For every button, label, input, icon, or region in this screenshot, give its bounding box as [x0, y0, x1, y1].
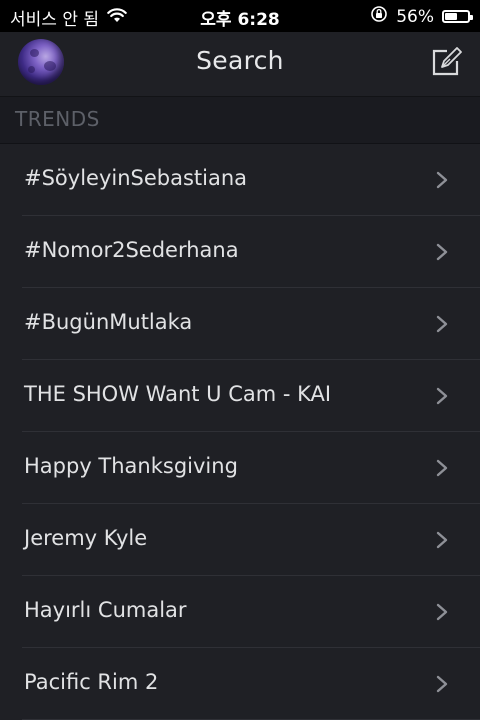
battery-fill: [445, 13, 457, 20]
trend-label: THE SHOW Want U Cam - KAI: [24, 382, 332, 406]
trend-row[interactable]: Hayırlı Cumalar: [0, 576, 480, 648]
chevron-right-icon: [436, 459, 448, 477]
trend-row[interactable]: THE SHOW Want U Cam - KAI: [0, 360, 480, 432]
status-bar: 서비스 안 됨 오후 6:28 56%: [0, 0, 480, 32]
trend-row[interactable]: #SöyleyinSebastiana: [0, 144, 480, 216]
trend-label: #SöyleyinSebastiana: [24, 166, 248, 190]
chevron-right-icon: [436, 315, 448, 333]
battery-nub: [470, 15, 473, 20]
status-right: 56%: [370, 5, 473, 28]
chevron-right-icon: [436, 243, 448, 261]
trend-label: #Nomor2Sederhana: [24, 238, 239, 262]
compose-icon[interactable]: [430, 46, 462, 78]
chevron-right-icon: [436, 603, 448, 621]
battery-percent: 56%: [396, 6, 434, 27]
nav-bar: Search: [0, 32, 480, 97]
trend-label: Pacific Rim 2: [24, 670, 159, 694]
orientation-lock-icon: [370, 5, 388, 28]
trend-label: #BugünMutlaka: [24, 310, 193, 334]
chevron-right-icon: [436, 531, 448, 549]
trend-label: Hayırlı Cumalar: [24, 598, 187, 622]
chevron-right-icon: [436, 387, 448, 405]
page-title: Search: [196, 46, 284, 75]
trend-row[interactable]: Jeremy Kyle: [0, 504, 480, 576]
chevron-right-icon: [436, 675, 448, 693]
trend-label: Happy Thanksgiving: [24, 454, 238, 478]
screen: 서비스 안 됨 오후 6:28 56% Search TRENDS #Söyle…: [0, 0, 480, 720]
trends-header: TRENDS: [0, 97, 480, 144]
trend-row[interactable]: #BugünMutlaka: [0, 288, 480, 360]
trend-list: #SöyleyinSebastiana #Nomor2Sederhana #Bu…: [0, 144, 480, 720]
trend-row[interactable]: Happy Thanksgiving: [0, 432, 480, 504]
trend-row[interactable]: #Nomor2Sederhana: [0, 216, 480, 288]
trend-row[interactable]: Pacific Rim 2: [0, 648, 480, 720]
battery-icon: [442, 10, 473, 23]
chevron-right-icon: [436, 171, 448, 189]
trends-header-label: TRENDS: [15, 107, 100, 131]
trend-label: Jeremy Kyle: [24, 526, 148, 550]
